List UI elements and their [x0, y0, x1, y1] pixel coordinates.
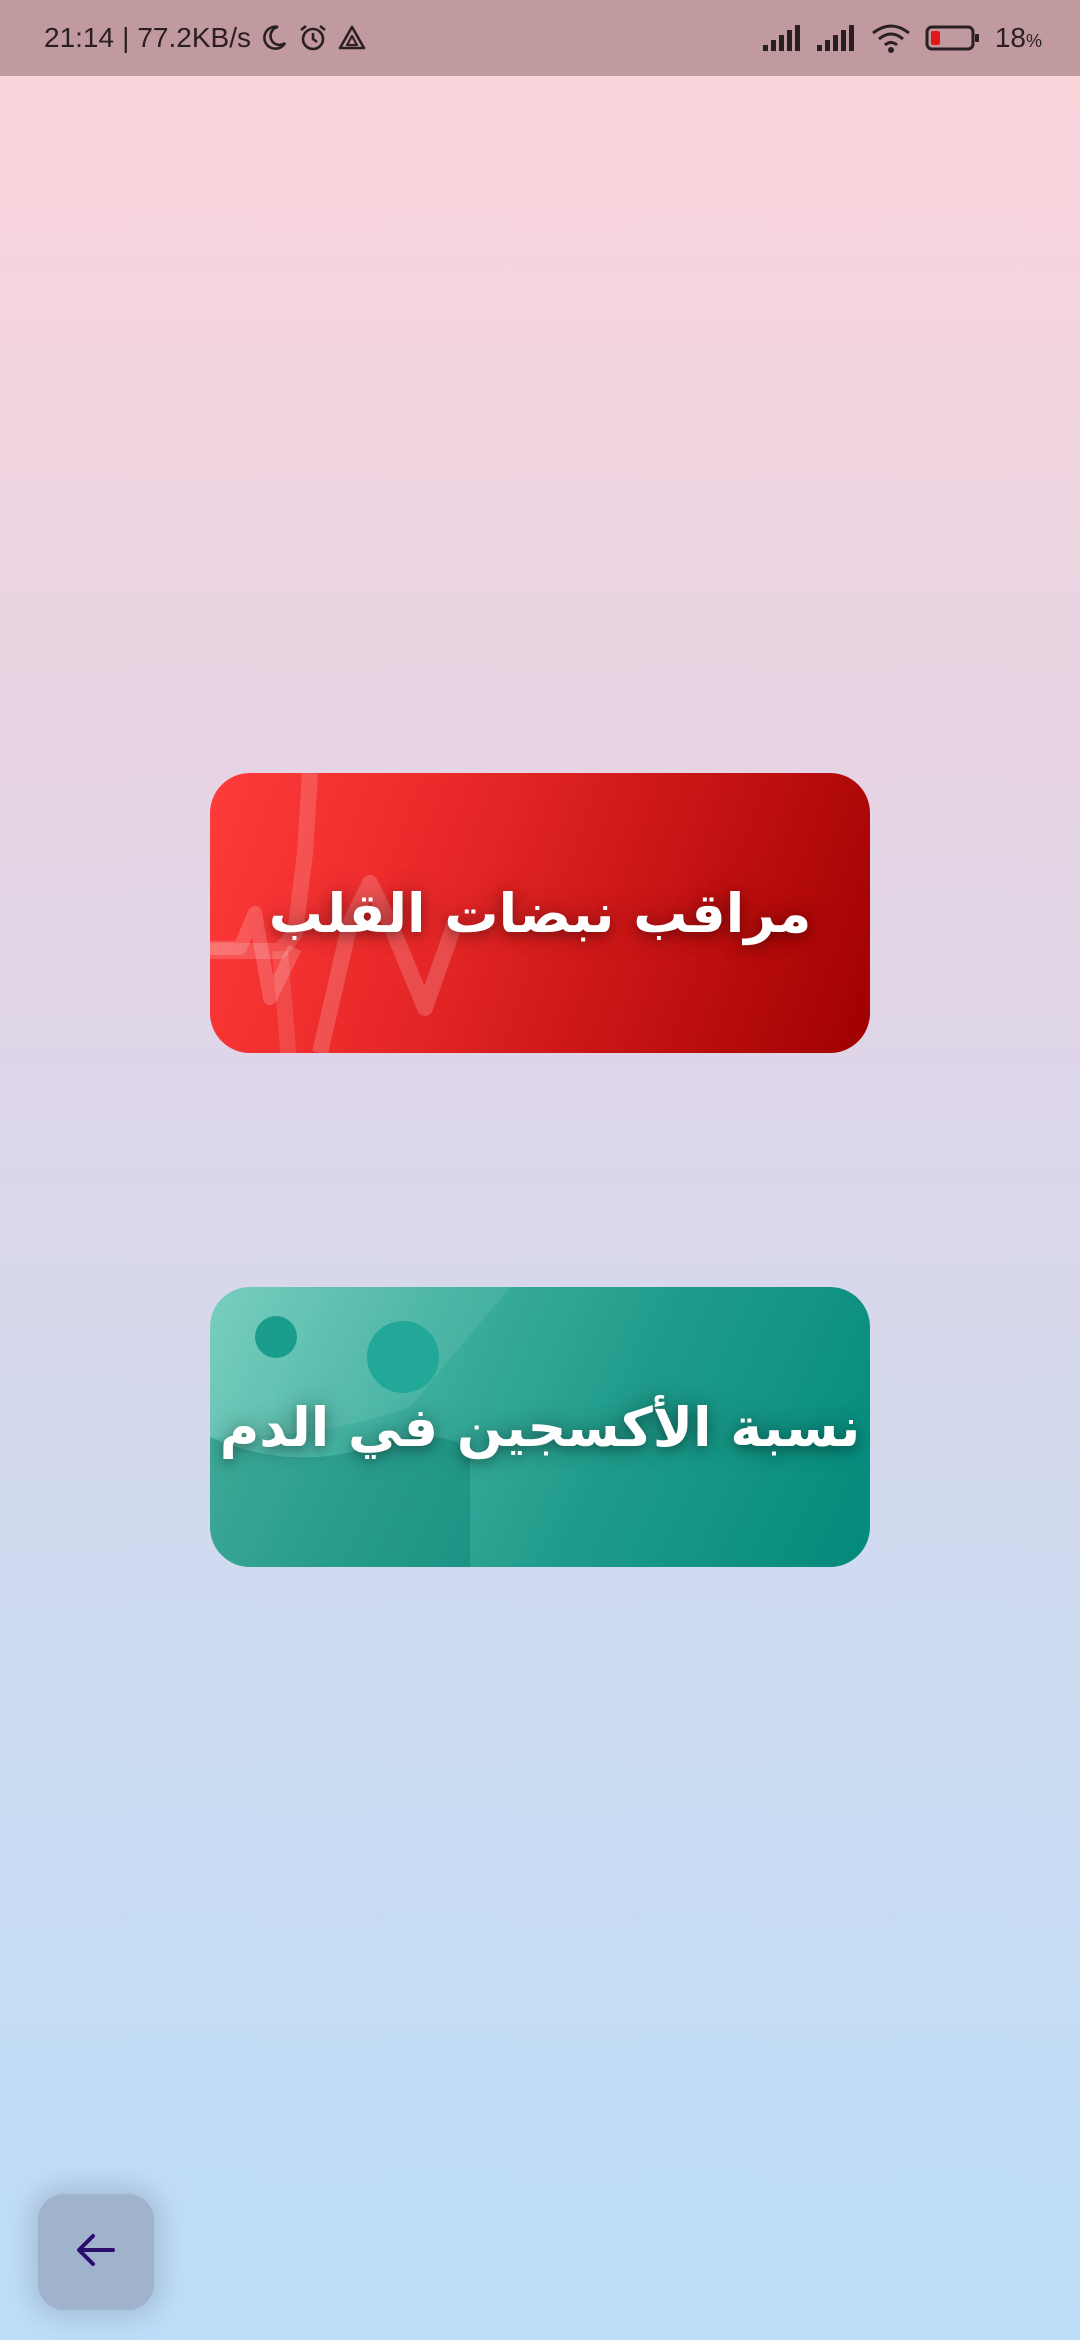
drive-icon	[337, 23, 367, 53]
battery-percent: 18%	[994, 22, 1042, 53]
blood-oxygen-button[interactable]: نسبة الأكسجين في الدم	[210, 1287, 870, 1567]
wifi-icon	[871, 23, 911, 53]
arrow-left-icon	[73, 2227, 119, 2277]
alarm-icon	[297, 22, 329, 54]
moon-icon	[259, 23, 289, 53]
status-separator: |	[122, 22, 130, 53]
status-bar: 21:14 | 77.2KB/s 18%	[0, 0, 1080, 76]
status-network-speed: 77.2KB/s	[137, 22, 251, 53]
signal-icon-2	[816, 25, 857, 51]
status-right-group: 18%	[762, 0, 1042, 76]
battery-icon	[925, 24, 981, 52]
back-button[interactable]	[38, 2194, 154, 2310]
blood-oxygen-label: نسبة الأكسجين في الدم	[219, 1395, 861, 1459]
status-left-group: 21:14 | 77.2KB/s	[44, 0, 367, 76]
heart-rate-monitor-button[interactable]: مراقب نبضات القلب	[210, 773, 870, 1053]
signal-icon	[762, 25, 803, 51]
status-time: 21:14	[44, 22, 115, 53]
heart-rate-monitor-label: مراقب نبضات القلب	[268, 881, 812, 945]
